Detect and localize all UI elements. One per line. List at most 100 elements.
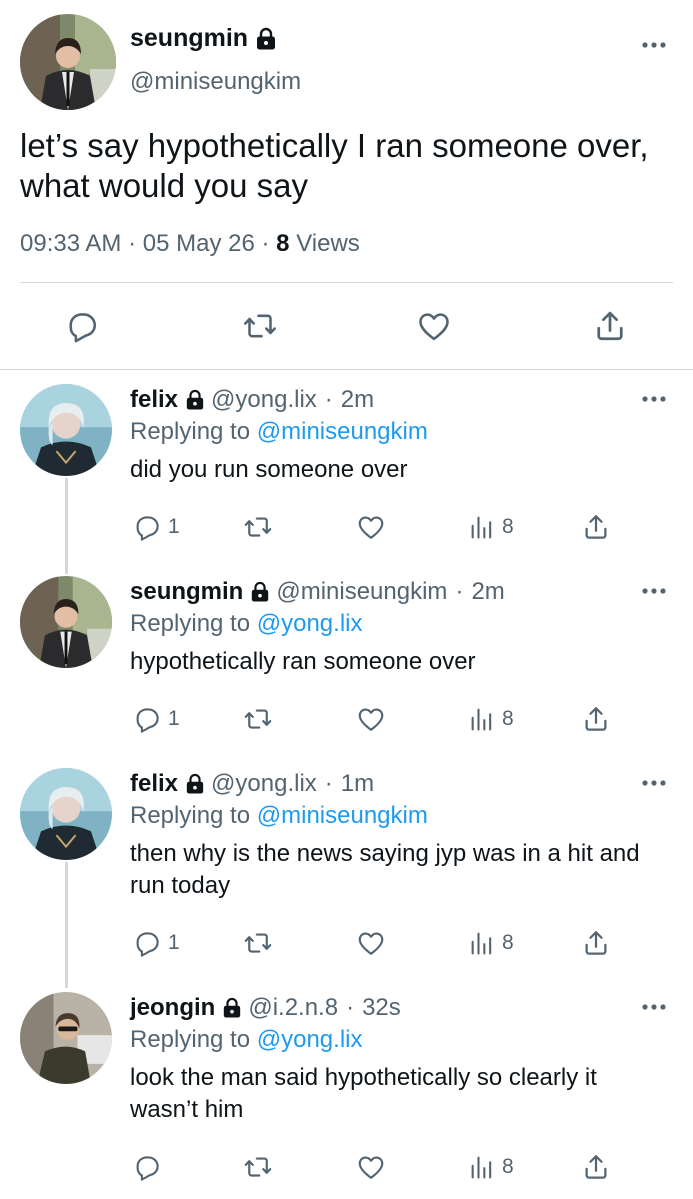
replying-to-label: Replying to (130, 418, 251, 445)
reply-count: 1 (168, 707, 180, 730)
views-icon[interactable] (468, 1152, 496, 1182)
retweet-icon[interactable] (243, 704, 273, 734)
replying-to-mention[interactable]: @yong.lix (257, 610, 363, 637)
views-label[interactable]: Views (296, 230, 360, 257)
share-icon[interactable] (581, 704, 611, 734)
reply-time[interactable]: 1m (341, 770, 374, 798)
separator: · (324, 770, 333, 797)
reply-count: 1 (168, 931, 180, 954)
avatar[interactable] (20, 768, 112, 860)
retweet-icon[interactable] (243, 1152, 273, 1182)
lock-icon (255, 27, 277, 51)
avatar[interactable] (20, 992, 112, 1084)
replying-to-mention[interactable]: @yong.lix (257, 1026, 363, 1053)
retweet-icon[interactable] (243, 928, 273, 958)
like-icon[interactable] (356, 512, 386, 542)
like-icon[interactable] (356, 928, 386, 958)
retweet-icon[interactable] (243, 512, 273, 542)
author-handle[interactable]: @yong.lix (211, 386, 317, 414)
more-options-icon[interactable] (640, 394, 668, 404)
reply-tweet: felix @yong.lix · 2m Replying to @minise… (0, 384, 693, 554)
replying-to: Replying to @yong.lix (130, 610, 363, 638)
reply-action[interactable]: 1 (132, 512, 180, 542)
tweet-time[interactable]: 09:33 AM (20, 230, 121, 257)
reply-text: then why is the news saying jyp was in a… (130, 840, 640, 899)
tweet-text: let’s say hypothetically I ran someone o… (20, 127, 649, 204)
separator: · (128, 230, 137, 257)
reply-time[interactable]: 32s (362, 994, 401, 1022)
main-tweet: seungmin @miniseungkim let’s say hypothe… (0, 0, 693, 370)
author-handle[interactable]: @miniseungkim (130, 68, 301, 96)
more-options-icon[interactable] (640, 586, 668, 596)
share-icon[interactable] (592, 308, 628, 344)
separator: · (324, 386, 333, 413)
reply-action[interactable] (132, 1152, 168, 1182)
replying-to: Replying to @yong.lix (130, 1026, 363, 1054)
view-count: 8 (502, 931, 514, 954)
views-icon[interactable] (468, 512, 496, 542)
separator: · (346, 994, 355, 1021)
like-icon[interactable] (356, 1152, 386, 1182)
reply-time[interactable]: 2m (341, 386, 374, 414)
reply-header: felix @yong.lix · 2m (130, 386, 374, 414)
like-action[interactable] (356, 512, 386, 542)
author-name[interactable]: felix (130, 770, 178, 798)
reply-header: jeongin @i.2.n.8 · 32s (130, 994, 401, 1022)
author-handle[interactable]: @miniseungkim (276, 578, 447, 606)
retweet-action[interactable] (243, 928, 273, 958)
views-action[interactable]: 8 (468, 704, 514, 734)
separator: · (455, 578, 464, 605)
author-handle[interactable]: @yong.lix (211, 770, 317, 798)
views-action[interactable]: 8 (468, 512, 514, 542)
avatar[interactable] (20, 14, 116, 110)
like-icon[interactable] (416, 308, 452, 344)
views-action[interactable]: 8 (468, 1152, 514, 1182)
reply-icon[interactable] (132, 512, 162, 542)
replying-to-mention[interactable]: @miniseungkim (257, 802, 428, 829)
reply-action[interactable]: 1 (132, 928, 180, 958)
retweet-action[interactable] (243, 704, 273, 734)
share-action[interactable] (581, 512, 611, 542)
author-handle[interactable]: @i.2.n.8 (248, 994, 338, 1022)
author-name[interactable]: seungmin (130, 578, 243, 606)
author-name[interactable]: felix (130, 386, 178, 414)
lock-icon (185, 773, 205, 795)
retweet-action[interactable] (243, 1152, 273, 1182)
tweet-meta: 09:33 AM · 05 May 26 · 8 Views (20, 230, 360, 258)
lock-icon (185, 389, 205, 411)
share-action[interactable] (581, 704, 611, 734)
avatar[interactable] (20, 576, 112, 668)
share-action[interactable] (581, 1152, 611, 1182)
share-icon[interactable] (581, 512, 611, 542)
reply-tweet: felix @yong.lix · 1m Replying to @minise… (0, 768, 693, 968)
author-name[interactable]: seungmin (130, 24, 248, 53)
like-action[interactable] (356, 1152, 386, 1182)
avatar[interactable] (20, 384, 112, 476)
more-options-icon[interactable] (640, 1002, 668, 1012)
tweet-date[interactable]: 05 May 26 (143, 230, 255, 257)
views-action[interactable]: 8 (468, 928, 514, 958)
views-count: 8 (276, 230, 290, 257)
reply-time[interactable]: 2m (471, 578, 504, 606)
reply-icon[interactable] (132, 1152, 162, 1182)
reply-action[interactable]: 1 (132, 704, 180, 734)
views-icon[interactable] (468, 704, 496, 734)
reply-icon[interactable] (132, 928, 162, 958)
more-options-icon[interactable] (640, 778, 668, 788)
retweet-icon[interactable] (242, 308, 278, 344)
like-action[interactable] (356, 704, 386, 734)
retweet-action[interactable] (243, 512, 273, 542)
share-icon[interactable] (581, 928, 611, 958)
share-icon[interactable] (581, 1152, 611, 1182)
replying-to-mention[interactable]: @miniseungkim (257, 418, 428, 445)
views-icon[interactable] (468, 928, 496, 958)
like-action[interactable] (356, 928, 386, 958)
author-name[interactable]: jeongin (130, 994, 215, 1022)
share-action[interactable] (581, 928, 611, 958)
like-icon[interactable] (356, 704, 386, 734)
reply-icon[interactable] (132, 704, 162, 734)
more-options-icon[interactable] (640, 40, 668, 50)
replying-to: Replying to @miniseungkim (130, 802, 428, 830)
reply-header: seungmin @miniseungkim · 2m (130, 578, 505, 606)
reply-icon[interactable] (64, 308, 100, 344)
